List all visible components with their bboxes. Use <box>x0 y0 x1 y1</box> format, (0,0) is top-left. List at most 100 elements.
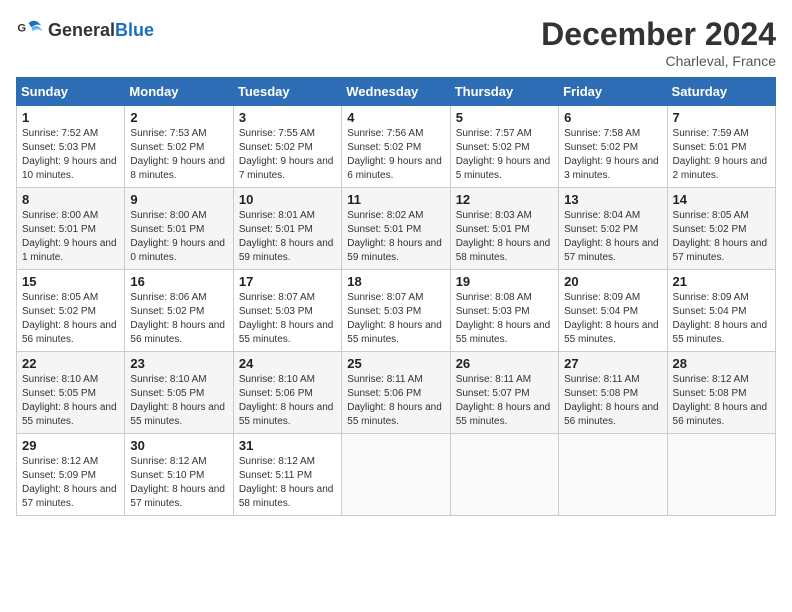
calendar-cell: 24 Sunrise: 8:10 AM Sunset: 5:06 PM Dayli… <box>233 352 341 434</box>
day-info: Sunrise: 8:04 AM Sunset: 5:02 PM Dayligh… <box>564 209 661 265</box>
day-number: 26 <box>456 356 553 371</box>
calendar-cell <box>559 434 667 516</box>
calendar-cell: 20Sunrise: 8:09 AM Sunset: 5:04 PM Dayli… <box>559 270 667 352</box>
calendar-cell <box>667 434 775 516</box>
day-number: 3 <box>239 110 336 125</box>
day-number: 21 <box>673 274 770 289</box>
day-number: 31 <box>239 438 336 453</box>
weekday-header-friday: Friday <box>559 78 667 106</box>
calendar-cell: 10Sunrise: 8:01 AM Sunset: 5:01 PM Dayli… <box>233 188 341 270</box>
calendar-cell: 12Sunrise: 8:03 AM Sunset: 5:01 PM Dayli… <box>450 188 558 270</box>
calendar-cell: 25 Sunrise: 8:11 AM Sunset: 5:06 PM Dayli… <box>342 352 450 434</box>
day-number: 13 <box>564 192 661 207</box>
logo-icon: G <box>16 16 44 44</box>
calendar-cell: 6Sunrise: 7:58 AM Sunset: 5:02 PM Daylig… <box>559 106 667 188</box>
month-title: December 2024 <box>541 16 776 53</box>
location: Charleval, France <box>541 53 776 69</box>
day-info: Sunrise: 8:09 AM Sunset: 5:04 PM Dayligh… <box>673 291 770 347</box>
day-number: 22 <box>22 356 119 371</box>
calendar-cell: 5 Sunrise: 7:57 AM Sunset: 5:02 PM Daylig… <box>450 106 558 188</box>
weekday-header-sunday: Sunday <box>17 78 125 106</box>
calendar-cell: 2Sunrise: 7:53 AM Sunset: 5:02 PM Daylig… <box>125 106 233 188</box>
day-info: Sunrise: 8:01 AM Sunset: 5:01 PM Dayligh… <box>239 209 336 265</box>
day-info: Sunrise: 7:56 AM Sunset: 5:02 PM Dayligh… <box>347 127 444 183</box>
day-number: 11 <box>347 192 444 207</box>
day-number: 25 <box>347 356 444 371</box>
logo: G GeneralBlue <box>16 16 154 44</box>
day-info: Sunrise: 8:05 AM Sunset: 5:02 PM Dayligh… <box>22 291 119 347</box>
weekday-header-wednesday: Wednesday <box>342 78 450 106</box>
day-number: 7 <box>673 110 770 125</box>
day-info: Sunrise: 8:07 AM Sunset: 5:03 PM Dayligh… <box>239 291 336 347</box>
day-number: 5 <box>456 110 553 125</box>
day-number: 24 <box>239 356 336 371</box>
calendar-cell: 15 Sunrise: 8:05 AM Sunset: 5:02 PM Dayli… <box>17 270 125 352</box>
calendar-cell: 18Sunrise: 8:07 AM Sunset: 5:03 PM Dayli… <box>342 270 450 352</box>
calendar-cell: 1Sunrise: 7:52 AM Sunset: 5:03 PM Daylig… <box>17 106 125 188</box>
calendar-cell <box>450 434 558 516</box>
day-info: Sunrise: 8:12 AM Sunset: 5:10 PM Dayligh… <box>130 455 227 511</box>
day-number: 15 <box>22 274 119 289</box>
calendar-cell: 16Sunrise: 8:06 AM Sunset: 5:02 PM Dayli… <box>125 270 233 352</box>
calendar-cell: 23 Sunrise: 8:10 AM Sunset: 5:05 PM Dayli… <box>125 352 233 434</box>
calendar-cell: 29 Sunrise: 8:12 AM Sunset: 5:09 PM Dayli… <box>17 434 125 516</box>
weekday-header-row: SundayMondayTuesdayWednesdayThursdayFrid… <box>17 78 776 106</box>
day-info: Sunrise: 8:10 AM Sunset: 5:06 PM Dayligh… <box>239 373 336 429</box>
calendar-table: SundayMondayTuesdayWednesdayThursdayFrid… <box>16 77 776 516</box>
day-info: Sunrise: 8:12 AM Sunset: 5:09 PM Dayligh… <box>22 455 119 511</box>
title-area: December 2024 Charleval, France <box>541 16 776 69</box>
calendar-cell: 27 Sunrise: 8:11 AM Sunset: 5:08 PM Dayli… <box>559 352 667 434</box>
calendar-cell: 13 Sunrise: 8:04 AM Sunset: 5:02 PM Dayli… <box>559 188 667 270</box>
calendar-cell: 3 Sunrise: 7:55 AM Sunset: 5:02 PM Daylig… <box>233 106 341 188</box>
day-info: Sunrise: 8:12 AM Sunset: 5:08 PM Dayligh… <box>673 373 770 429</box>
weekday-header-thursday: Thursday <box>450 78 558 106</box>
calendar-cell: 22 Sunrise: 8:10 AM Sunset: 5:05 PM Dayli… <box>17 352 125 434</box>
day-info: Sunrise: 8:10 AM Sunset: 5:05 PM Dayligh… <box>130 373 227 429</box>
day-info: Sunrise: 7:59 AM Sunset: 5:01 PM Dayligh… <box>673 127 770 183</box>
calendar-cell: 28 Sunrise: 8:12 AM Sunset: 5:08 PM Dayli… <box>667 352 775 434</box>
calendar-cell: 4Sunrise: 7:56 AM Sunset: 5:02 PM Daylig… <box>342 106 450 188</box>
day-number: 30 <box>130 438 227 453</box>
day-info: Sunrise: 7:52 AM Sunset: 5:03 PM Dayligh… <box>22 127 119 183</box>
day-number: 17 <box>239 274 336 289</box>
calendar-cell: 9 Sunrise: 8:00 AM Sunset: 5:01 PM Daylig… <box>125 188 233 270</box>
day-number: 23 <box>130 356 227 371</box>
week-row-5: 29 Sunrise: 8:12 AM Sunset: 5:09 PM Dayli… <box>17 434 776 516</box>
calendar-cell: 14 Sunrise: 8:05 AM Sunset: 5:02 PM Dayli… <box>667 188 775 270</box>
day-info: Sunrise: 8:10 AM Sunset: 5:05 PM Dayligh… <box>22 373 119 429</box>
weekday-header-monday: Monday <box>125 78 233 106</box>
page-header: G GeneralBlue December 2024 Charleval, F… <box>16 16 776 69</box>
day-number: 14 <box>673 192 770 207</box>
day-info: Sunrise: 8:06 AM Sunset: 5:02 PM Dayligh… <box>130 291 227 347</box>
day-info: Sunrise: 7:58 AM Sunset: 5:02 PM Dayligh… <box>564 127 661 183</box>
day-number: 20 <box>564 274 661 289</box>
day-info: Sunrise: 8:02 AM Sunset: 5:01 PM Dayligh… <box>347 209 444 265</box>
day-info: Sunrise: 7:55 AM Sunset: 5:02 PM Dayligh… <box>239 127 336 183</box>
calendar-cell: 31Sunrise: 8:12 AM Sunset: 5:11 PM Dayli… <box>233 434 341 516</box>
day-number: 27 <box>564 356 661 371</box>
calendar-cell: 26Sunrise: 8:11 AM Sunset: 5:07 PM Dayli… <box>450 352 558 434</box>
day-info: Sunrise: 8:00 AM Sunset: 5:01 PM Dayligh… <box>130 209 227 265</box>
calendar-cell: 19Sunrise: 8:08 AM Sunset: 5:03 PM Dayli… <box>450 270 558 352</box>
calendar-cell: 21 Sunrise: 8:09 AM Sunset: 5:04 PM Dayli… <box>667 270 775 352</box>
week-row-3: 15 Sunrise: 8:05 AM Sunset: 5:02 PM Dayli… <box>17 270 776 352</box>
day-info: Sunrise: 7:53 AM Sunset: 5:02 PM Dayligh… <box>130 127 227 183</box>
weekday-header-saturday: Saturday <box>667 78 775 106</box>
logo-text: GeneralBlue <box>48 21 154 39</box>
day-info: Sunrise: 8:05 AM Sunset: 5:02 PM Dayligh… <box>673 209 770 265</box>
day-info: Sunrise: 8:03 AM Sunset: 5:01 PM Dayligh… <box>456 209 553 265</box>
logo-blue: Blue <box>115 20 154 40</box>
day-number: 29 <box>22 438 119 453</box>
day-info: Sunrise: 7:57 AM Sunset: 5:02 PM Dayligh… <box>456 127 553 183</box>
week-row-2: 8Sunrise: 8:00 AM Sunset: 5:01 PM Daylig… <box>17 188 776 270</box>
day-info: Sunrise: 8:11 AM Sunset: 5:08 PM Dayligh… <box>564 373 661 429</box>
calendar-cell: 30 Sunrise: 8:12 AM Sunset: 5:10 PM Dayli… <box>125 434 233 516</box>
calendar-cell: 7 Sunrise: 7:59 AM Sunset: 5:01 PM Daylig… <box>667 106 775 188</box>
calendar-cell: 17 Sunrise: 8:07 AM Sunset: 5:03 PM Dayli… <box>233 270 341 352</box>
svg-text:G: G <box>17 22 26 34</box>
calendar-cell: 11 Sunrise: 8:02 AM Sunset: 5:01 PM Dayli… <box>342 188 450 270</box>
day-info: Sunrise: 8:11 AM Sunset: 5:06 PM Dayligh… <box>347 373 444 429</box>
day-number: 18 <box>347 274 444 289</box>
day-number: 28 <box>673 356 770 371</box>
day-number: 9 <box>130 192 227 207</box>
